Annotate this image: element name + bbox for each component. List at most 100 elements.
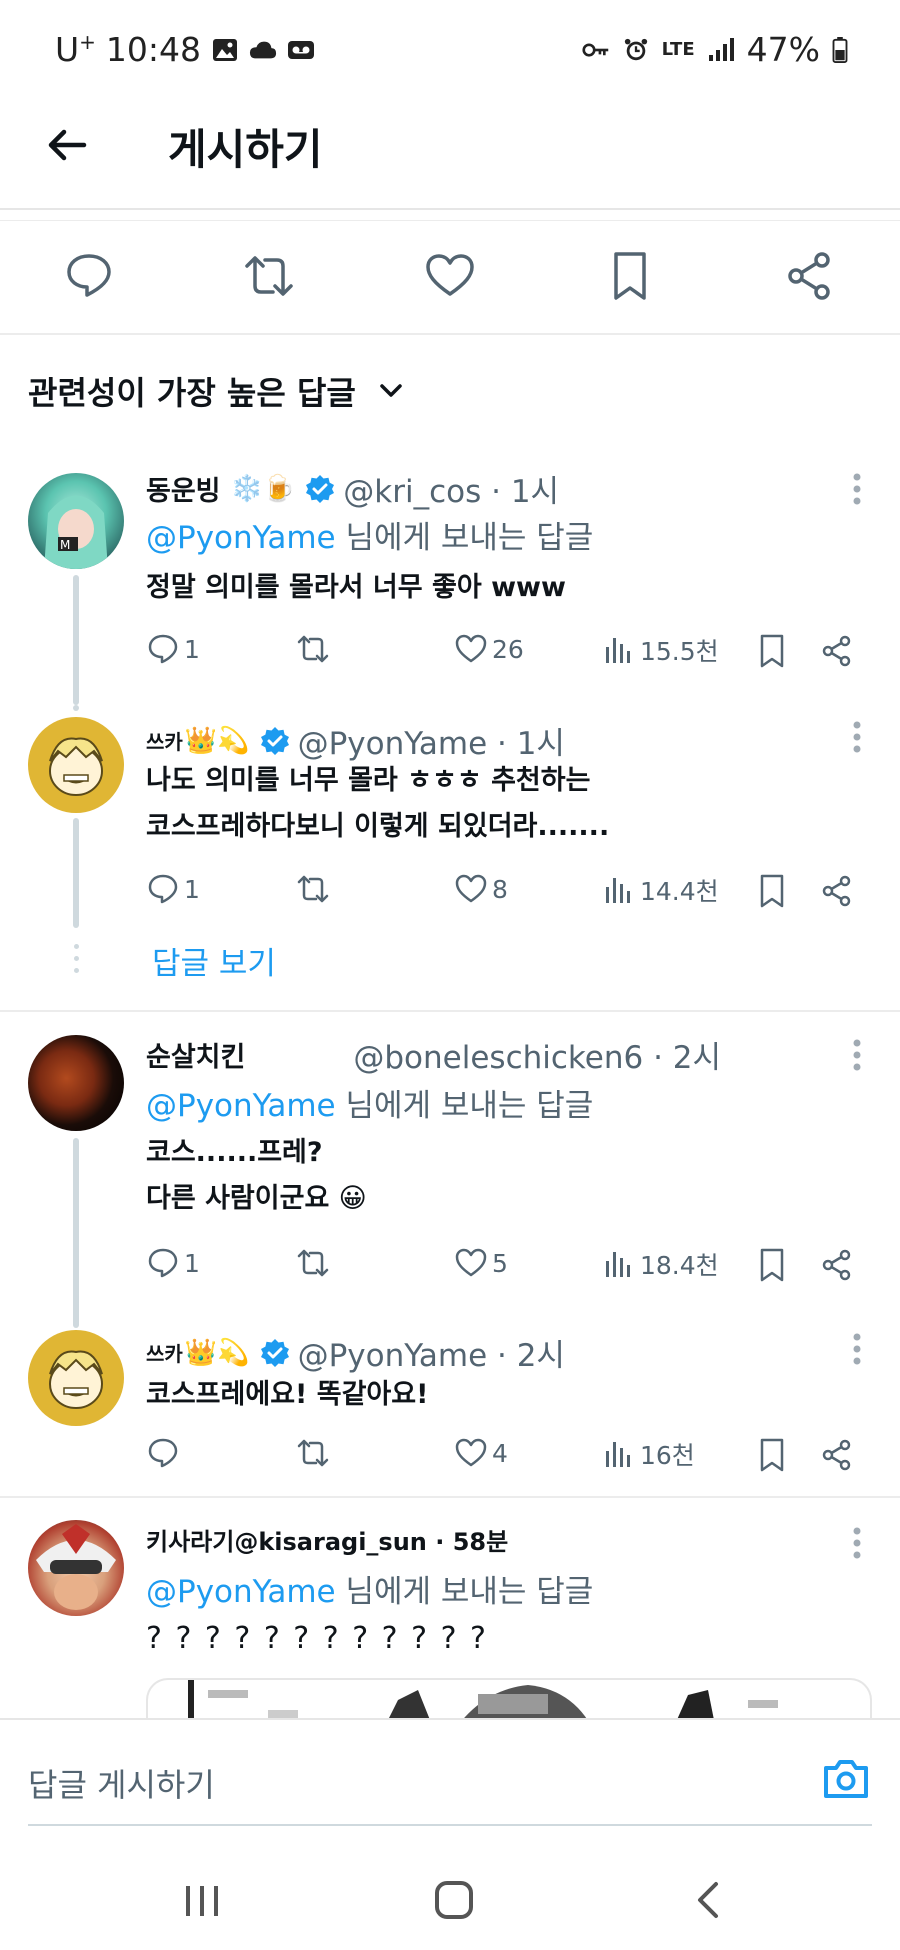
like-metric[interactable]: 8 — [454, 872, 508, 906]
nav-back-icon[interactable] — [688, 1880, 732, 1920]
reply-text: 나도 의미를 너무 몰라 ㅎㅎㅎ 추천하는 코스프레하다보니 이렇게 되있더라.… — [146, 758, 609, 850]
avatar[interactable]: M — [28, 473, 124, 569]
thread-line — [73, 1138, 79, 1328]
comment-count: 1 — [184, 874, 200, 904]
avatar[interactable] — [28, 1035, 124, 1131]
repost-icon — [297, 875, 329, 903]
views-count: 18.4천 — [640, 1251, 719, 1280]
thread-line — [73, 818, 79, 928]
views-metric[interactable]: 14.4천 — [602, 872, 719, 908]
author-handle: @boneleschicken6 · 2시 — [353, 1040, 722, 1076]
avatar[interactable] — [28, 1520, 124, 1616]
key-icon — [582, 42, 608, 57]
repost-metric[interactable] — [296, 1436, 334, 1470]
reply-compose-bar[interactable]: 답글 게시하기 — [0, 1718, 900, 1830]
more-options-icon[interactable] — [852, 720, 862, 754]
more-options-icon[interactable] — [852, 472, 862, 506]
comment-icon — [148, 634, 178, 664]
bookmark-icon[interactable] — [604, 250, 656, 302]
home-icon[interactable] — [432, 1880, 476, 1920]
reply-metrics: 1 26 15.5천 — [146, 632, 866, 672]
sort-label: 관련성이 가장 높은 답글 — [28, 374, 356, 412]
sort-selector[interactable]: 관련성이 가장 높은 답글 — [28, 368, 406, 414]
share-icon[interactable] — [820, 1248, 854, 1282]
more-options-icon[interactable] — [852, 1038, 862, 1072]
mention-link[interactable]: @PyonYame — [146, 1088, 336, 1124]
repost-icon — [297, 1249, 329, 1277]
reply-metrics: 1 8 14.4천 — [146, 872, 866, 912]
header: 게시하기 — [0, 100, 900, 210]
views-metric[interactable]: 15.5천 — [602, 632, 719, 668]
replying-to: @PyonYame 님에게 보내는 답글 — [146, 512, 593, 557]
carrier: U+ — [55, 30, 96, 69]
mention-link[interactable]: @PyonYame — [146, 1574, 336, 1610]
author-handle: @PyonYame · 2시 — [297, 1338, 565, 1374]
bookmark-icon[interactable] — [756, 874, 788, 908]
avatar[interactable] — [28, 717, 124, 813]
camera-icon[interactable] — [822, 1756, 870, 1800]
share-icon[interactable] — [820, 1438, 854, 1472]
author-row[interactable]: 쓰카 👑💫 @PyonYame · 2시 — [146, 1330, 565, 1375]
thread-line — [73, 575, 79, 705]
back-arrow-icon[interactable] — [42, 120, 92, 170]
like-metric[interactable]: 26 — [454, 632, 524, 666]
repost-metric[interactable] — [296, 1246, 334, 1280]
replying-to: @PyonYame 님에게 보내는 답글 — [146, 1080, 593, 1125]
like-icon[interactable] — [424, 250, 476, 302]
author-emojis: ❄️🍺 — [230, 473, 296, 504]
author-handle: @kri_cos · 1시 — [343, 474, 560, 510]
reply-line: 코스프레하다보니 이렇게 되있더라....... — [146, 811, 610, 842]
thread-continuation-dots — [71, 944, 81, 980]
like-count: 26 — [492, 634, 524, 664]
replying-suffix: 님에게 보내는 답글 — [335, 520, 594, 556]
comment-metric[interactable]: 1 — [146, 632, 200, 666]
avatar[interactable] — [28, 1330, 124, 1426]
like-count: 8 — [492, 874, 508, 904]
battery-percent: 47% — [746, 30, 820, 69]
repost-icon[interactable] — [243, 250, 295, 302]
more-options-icon[interactable] — [852, 1332, 862, 1366]
comment-icon[interactable] — [63, 250, 115, 302]
mention-link[interactable]: @PyonYame — [146, 520, 336, 556]
share-icon[interactable] — [784, 250, 836, 302]
views-metric[interactable]: 16천 — [602, 1436, 695, 1472]
author-name: 쓰카 — [146, 1342, 183, 1366]
bookmark-icon[interactable] — [756, 1248, 788, 1282]
like-count: 5 — [492, 1248, 508, 1278]
network-label: LTE — [661, 38, 695, 60]
author-row[interactable]: 쓰카 👑💫 @PyonYame · 1시 — [146, 718, 565, 763]
views-chart-icon — [606, 638, 630, 663]
bookmark-icon[interactable] — [756, 1438, 788, 1472]
views-chart-icon — [606, 1252, 630, 1277]
author-row[interactable]: 순살치킨 @boneleschicken6 · 2시 — [146, 1032, 721, 1077]
recent-apps-icon[interactable] — [180, 1880, 224, 1920]
like-metric[interactable]: 5 — [454, 1246, 508, 1280]
header-divider-2 — [0, 220, 900, 221]
show-replies-link[interactable]: 답글 보기 — [152, 938, 276, 983]
replying-suffix: 님에게 보내는 답글 — [335, 1088, 594, 1124]
author-row[interactable]: 동운빙 ❄️🍺 @kri_cos · 1시 — [146, 466, 559, 511]
comment-count: 1 — [184, 634, 200, 664]
repost-metric[interactable] — [296, 872, 334, 906]
author-row[interactable]: 키사라기@kisaragi_sun · 58분 — [146, 1522, 508, 1557]
comment-metric[interactable] — [146, 1436, 184, 1470]
share-icon[interactable] — [820, 874, 854, 908]
more-options-icon[interactable] — [852, 1526, 862, 1560]
carrier-sup: + — [79, 30, 96, 54]
comment-metric[interactable]: 1 — [146, 1246, 200, 1280]
repost-metric[interactable] — [296, 632, 334, 666]
chevron-down-icon — [380, 384, 402, 397]
verified-badge-icon — [306, 474, 335, 503]
verified-badge-icon — [260, 726, 289, 755]
carrier-name: U — [55, 30, 80, 69]
author-emojis: 👑💫 — [184, 725, 250, 756]
share-icon[interactable] — [820, 634, 854, 668]
like-metric[interactable]: 4 — [454, 1436, 508, 1470]
bookmark-icon[interactable] — [756, 634, 788, 668]
compose-placeholder[interactable]: 답글 게시하기 — [28, 1760, 215, 1806]
views-count: 14.4천 — [640, 877, 719, 906]
comment-count: 1 — [184, 1248, 200, 1278]
comment-metric[interactable]: 1 — [146, 872, 200, 906]
views-metric[interactable]: 18.4천 — [602, 1246, 719, 1282]
reply-line: 다른 사람이군요 😀 — [146, 1183, 367, 1214]
